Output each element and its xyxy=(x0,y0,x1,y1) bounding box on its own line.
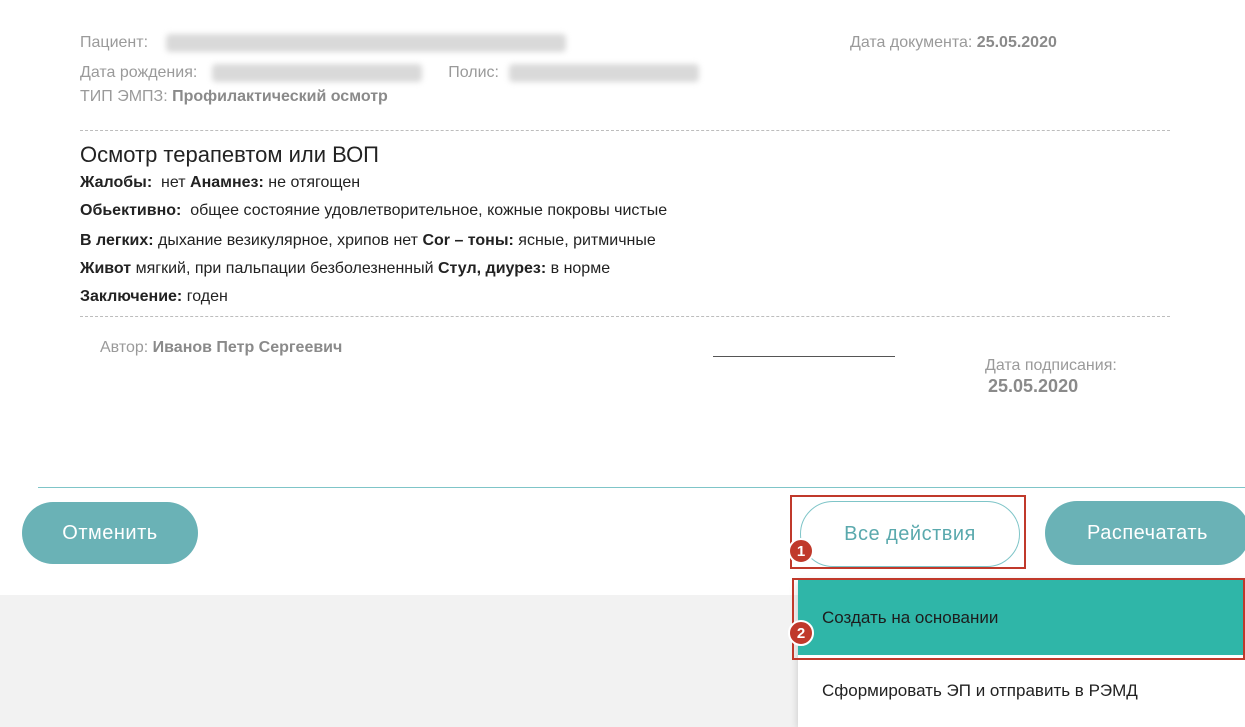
author-label: Автор: xyxy=(100,339,149,356)
exam-line-conclusion: Заключение: годен xyxy=(80,288,228,305)
actions-dropdown-menu: Создать на основании Сформировать ЭП и о… xyxy=(798,580,1245,727)
signature-line xyxy=(713,356,895,357)
divider-bottom xyxy=(80,316,1170,317)
exam-line-objective: Обьективно: общее состояние удовлетворит… xyxy=(80,202,668,219)
step-badge-2: 2 xyxy=(788,620,814,646)
birth-label: Дата рождения: xyxy=(80,64,198,82)
step-badge-1: 1 xyxy=(788,538,814,564)
emz-type-label: ТИП ЭМПЗ: xyxy=(80,88,168,105)
exam-line-lungs: В легких: дыхание везикулярное, хрипов н… xyxy=(80,232,656,249)
patient-name-redacted xyxy=(166,34,567,52)
policy-number-redacted xyxy=(509,64,700,82)
print-button[interactable]: Распечатать xyxy=(1045,501,1245,565)
exam-line-abdomen: Живот мягкий, при пальпации безболезненн… xyxy=(80,260,611,277)
patient-row: Пациент: xyxy=(80,34,567,52)
all-actions-button[interactable]: Все действия xyxy=(800,501,1020,567)
patient-label: Пациент: xyxy=(80,34,149,52)
author-value: Иванов Петр Сергеевич xyxy=(152,339,343,356)
doc-date-label: Дата документа: xyxy=(850,34,973,51)
doc-date-value: 25.05.2020 xyxy=(976,34,1057,51)
exam-title: Осмотр терапевтом или ВОП xyxy=(80,142,379,167)
birth-date-redacted xyxy=(211,64,422,82)
emz-type-value: Профилактический осмотр xyxy=(172,88,388,105)
sign-date-label: Дата подписания: xyxy=(985,357,1117,374)
menu-item-sign-send-remd[interactable]: Сформировать ЭП и отправить в РЭМД xyxy=(798,655,1245,727)
cancel-button[interactable]: Отменить xyxy=(22,502,198,564)
emz-type-row: ТИП ЭМПЗ: Профилактический осмотр xyxy=(80,88,388,106)
action-separator xyxy=(38,487,1245,488)
birth-policy-row: Дата рождения: Полис: xyxy=(80,64,700,82)
document-panel: Пациент: Дата документа: 25.05.2020 Дата… xyxy=(0,0,1245,595)
author-row: Автор: Иванов Петр Сергеевич xyxy=(100,339,342,357)
exam-line-complaints: Жалобы: нет Анамнез: не отягощен xyxy=(80,174,361,191)
sign-date-value: 25.05.2020 xyxy=(988,376,1079,396)
doc-date-row: Дата документа: 25.05.2020 xyxy=(850,34,1057,52)
policy-label: Полис: xyxy=(448,64,499,82)
divider-top xyxy=(80,130,1170,131)
menu-item-create-based[interactable]: Создать на основании xyxy=(798,580,1245,655)
